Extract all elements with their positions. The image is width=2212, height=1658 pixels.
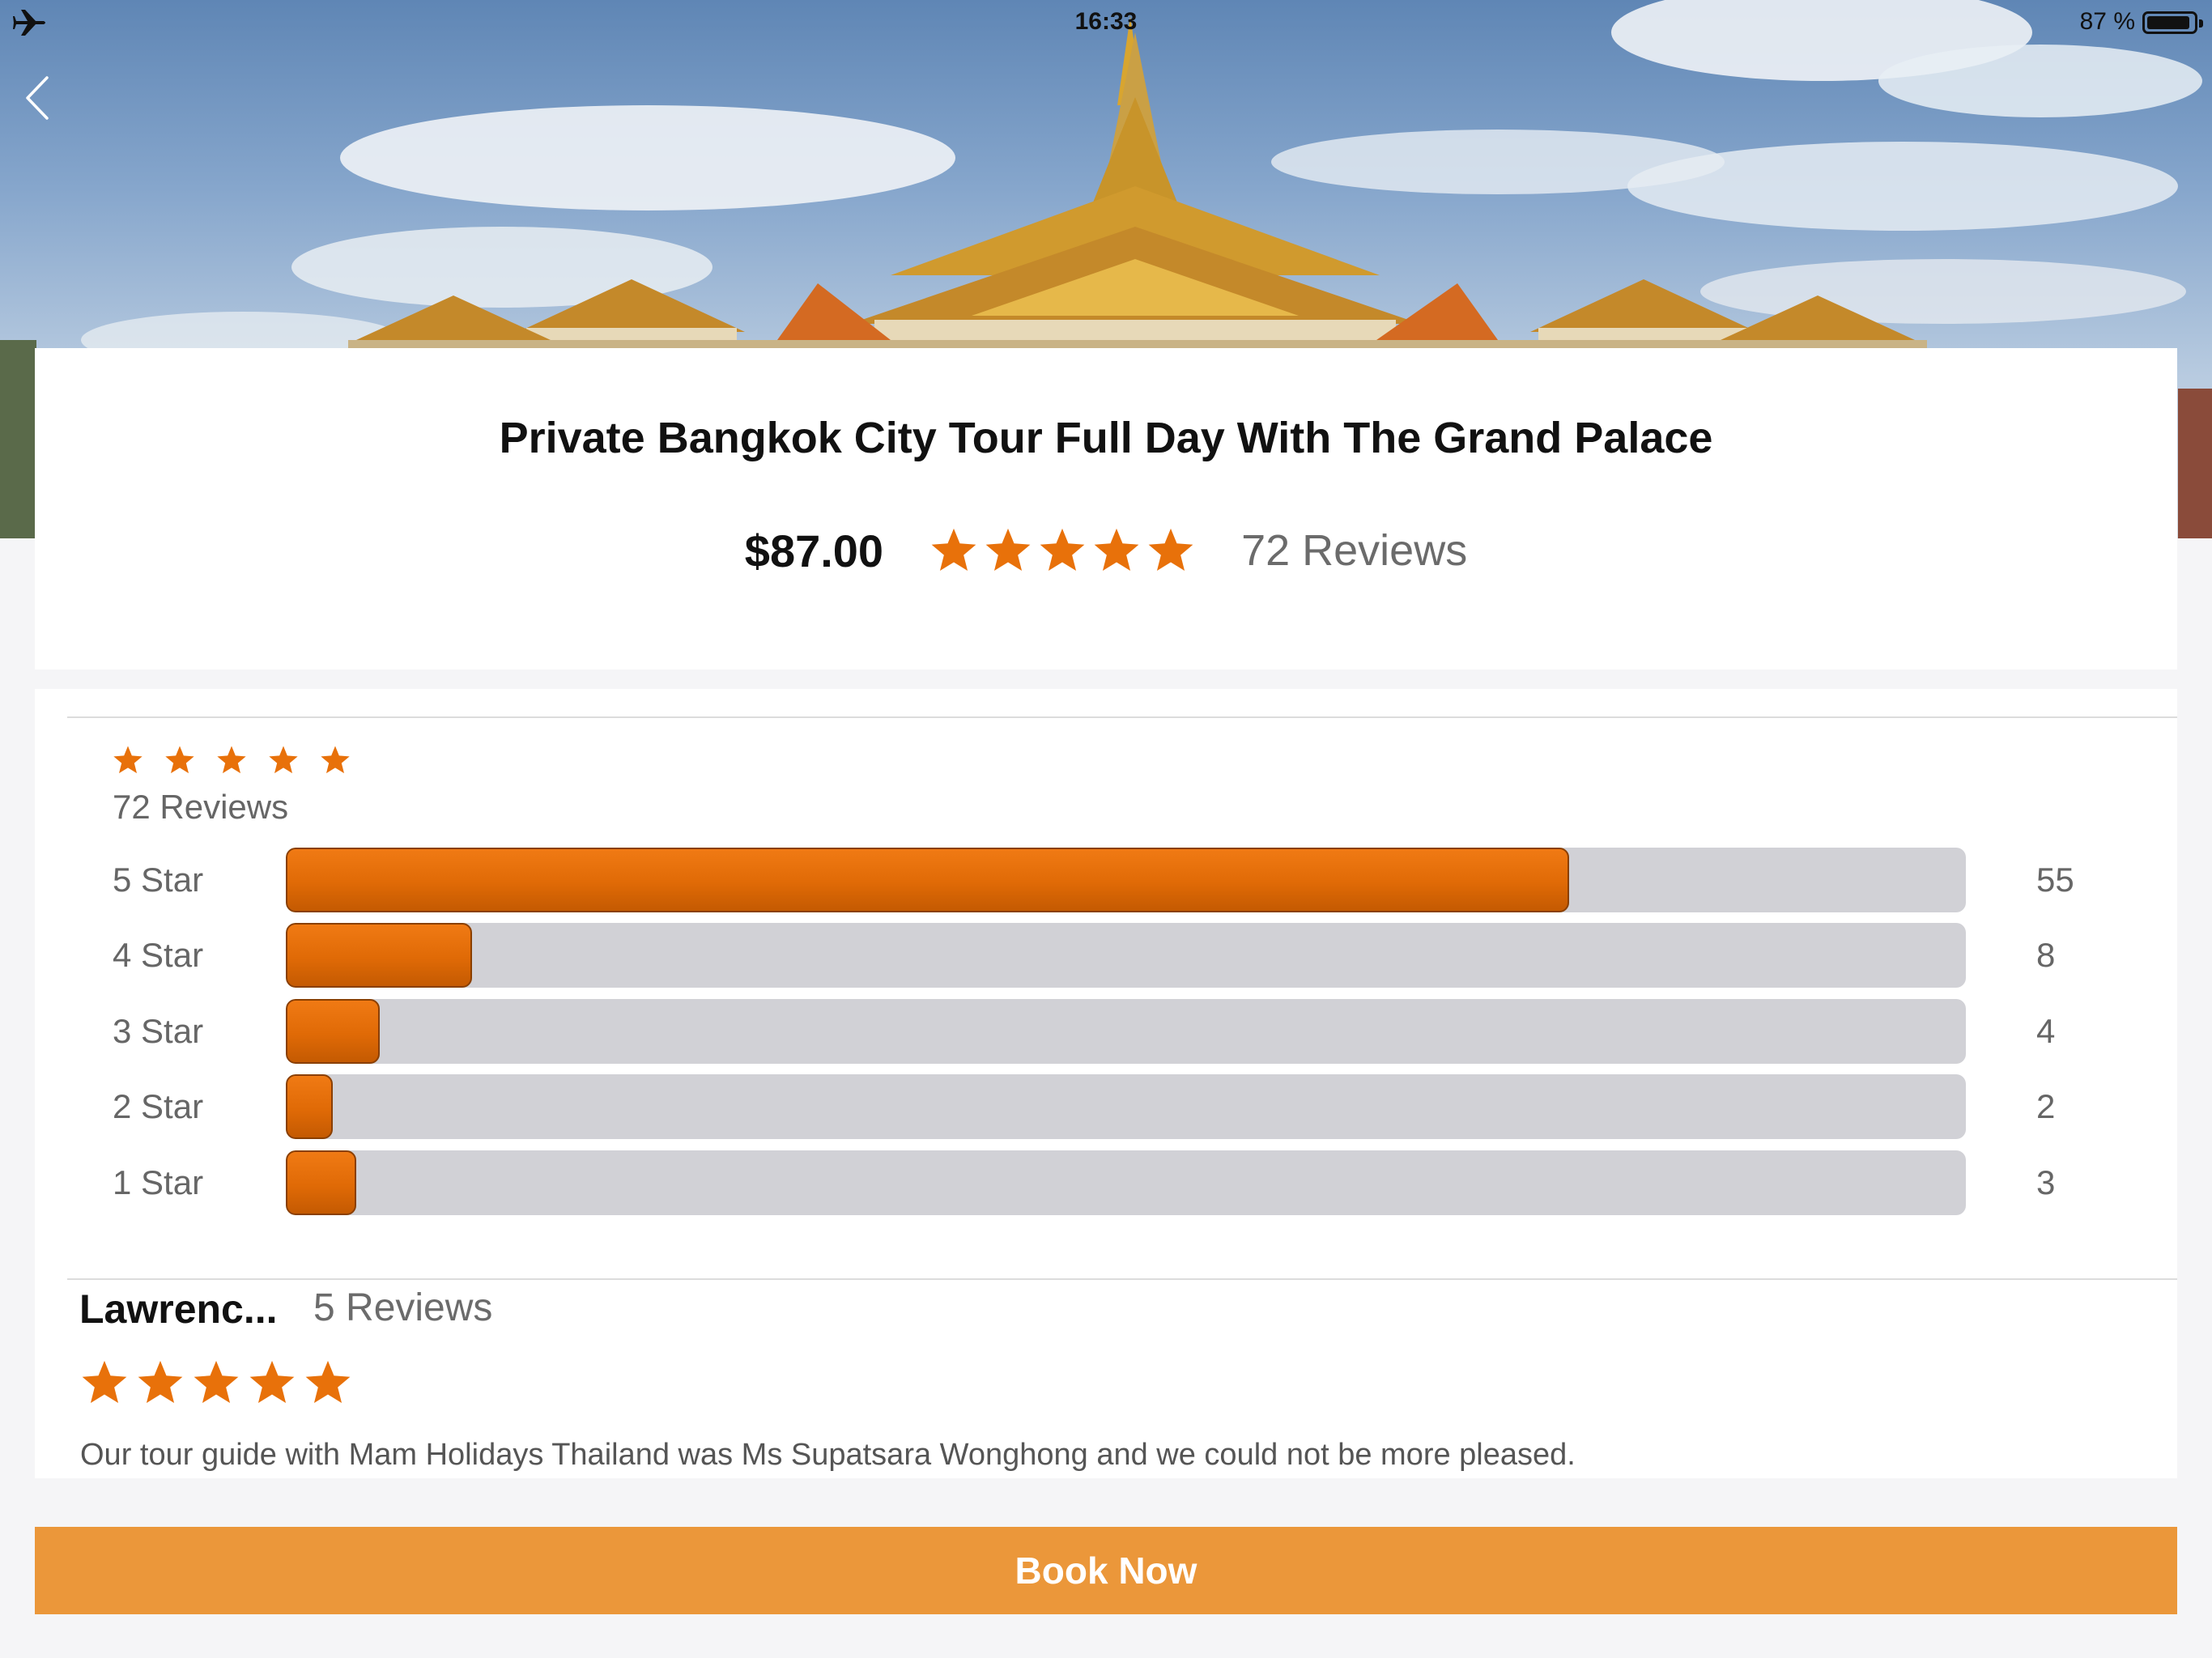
chevron-left-icon[interactable] [18,70,58,126]
star-icon [269,746,298,774]
battery-icon [2142,11,2203,34]
rating-bar-track [286,1150,1966,1215]
star-icon [1148,528,1193,572]
reviewer-name[interactable]: Lawrenc... [79,1286,278,1333]
rating-bar-label: 3 Star [113,1012,204,1050]
rating-bar-row: 5 Star 55 [35,848,2177,912]
reviewer-reviews-count: 5 Reviews [313,1286,493,1329]
tour-title: Private Bangkok City Tour Full Day With … [499,414,1713,462]
rating-bar-count: 55 [2036,861,2074,899]
reviews-panel: 72 Reviews 5 Star 55 4 Star 8 3 Star 4 2 Star 2… [35,689,2177,1478]
divider [67,1278,2177,1280]
rating-bar-label: 4 Star [113,936,204,974]
rating-bar-count: 3 [2036,1163,2056,1201]
rating-bar-row: 3 Star 4 [35,999,2177,1064]
tour-reviews-count[interactable]: 72 Reviews [1241,525,1467,576]
summary-reviews-count: 72 Reviews [113,788,289,826]
price-rating-row: $87.00 72 Reviews [35,518,2177,583]
tour-price: $87.00 [744,525,884,576]
book-now-button[interactable]: Book Now [35,1527,2177,1614]
star-icon [1094,528,1139,572]
review-rating-stars [79,1358,353,1408]
rating-bar-track [286,1074,1966,1139]
rating-bar-fill [286,848,1570,912]
rating-bar-fill [286,1150,357,1215]
tour-rating-stars [929,525,1196,576]
star-icon [138,1360,183,1404]
summary-rating-stars [112,744,351,776]
rating-bar-row: 4 Star 8 [35,923,2177,988]
review-text: Our tour guide with Mam Holidays Thailan… [80,1438,1576,1472]
star-icon [931,528,976,572]
star-icon [217,746,246,774]
star-icon [113,746,143,774]
battery-percentage: 87 % [2079,8,2135,35]
star-icon [321,746,350,774]
rating-bar-label: 2 Star [113,1087,204,1125]
rating-bar-track [286,923,1966,988]
star-icon [82,1360,127,1404]
rating-bar-count: 2 [2036,1087,2056,1125]
status-time: 16:33 [1074,8,1138,35]
star-icon [985,528,1031,572]
rating-bar-label: 1 Star [113,1163,204,1201]
star-icon [1040,528,1085,572]
rating-bar-fill [286,999,381,1064]
rating-bar-track [286,848,1966,912]
star-icon [305,1360,351,1404]
rating-bar-row: 1 Star 3 [35,1150,2177,1215]
rating-bar-count: 8 [2036,936,2056,974]
rating-bar-count: 4 [2036,1012,2056,1050]
status-bar: 16:33 87 % [0,0,2212,45]
rating-bar-label: 5 Star [113,861,204,899]
rating-bar-row: 2 Star 2 [35,1074,2177,1139]
rating-bar-track [286,999,1966,1064]
tour-summary-card: Private Bangkok City Tour Full Day With … [35,348,2177,670]
rating-bar-fill [286,923,473,988]
star-icon [249,1360,295,1404]
divider [67,716,2177,718]
rating-bar-fill [286,1074,334,1139]
star-icon [194,1360,239,1404]
star-icon [165,746,194,774]
